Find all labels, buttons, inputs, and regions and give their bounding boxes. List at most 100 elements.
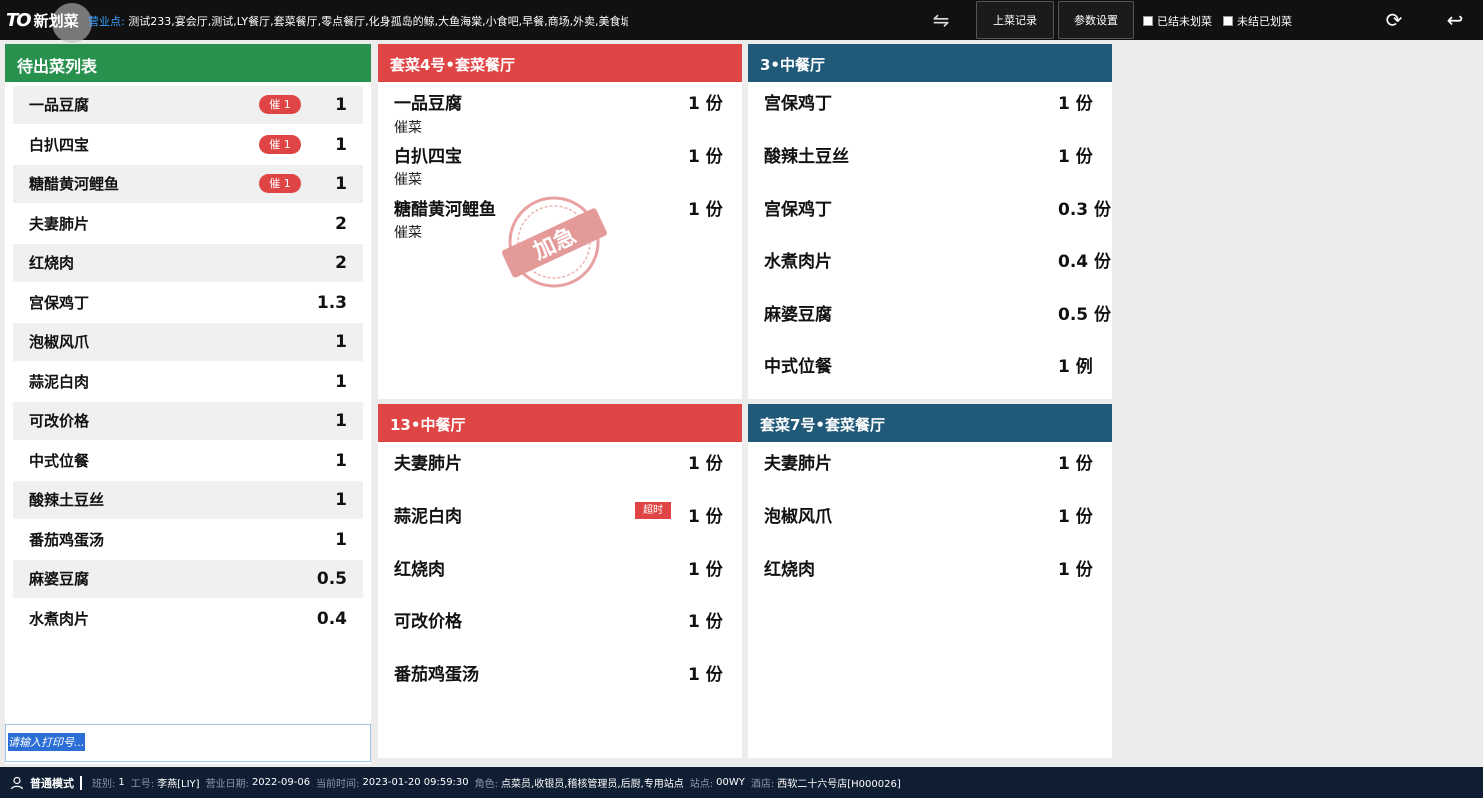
order-item-name[interactable]: 蒜泥白肉 bbox=[394, 502, 462, 527]
pending-item[interactable]: 一品豆腐 催 1 1 bbox=[13, 86, 363, 124]
order-item-qty: 1 份 bbox=[688, 94, 723, 114]
app-name: 新划菜 bbox=[33, 11, 79, 30]
order-card[interactable]: 3•中餐厅 宫保鸡丁 1 份 酸辣土豆丝 1 份 宫保鸡丁 0.3 份 水煮肉片… bbox=[748, 44, 1112, 399]
staff-label: 工号: bbox=[130, 779, 155, 790]
pending-item-qty: 2 bbox=[335, 253, 347, 273]
pending-list: 一品豆腐催 1 1 白扒四宝催 1 1 糖醋黄河鲤鱼催 1 1 夫妻肺片 2 红烧肉 2 宫保鸡丁 1… bbox=[5, 82, 371, 637]
order-item-qty: 1 份 bbox=[688, 454, 723, 474]
unsettled-marked-checkbox[interactable]: 未结已划菜 bbox=[1223, 13, 1292, 29]
order-item-name[interactable]: 酸辣土豆丝 bbox=[764, 142, 849, 167]
settings-button[interactable]: 参数设置 bbox=[1058, 1, 1134, 39]
pending-item-qty: 0.5 bbox=[316, 569, 347, 589]
served-records-button[interactable]: 上菜记录 bbox=[976, 1, 1054, 39]
pending-item-qty: 1 bbox=[335, 450, 347, 471]
pending-item[interactable]: 中式位餐 1 bbox=[13, 442, 363, 480]
pending-item[interactable]: 麻婆豆腐 0.5 bbox=[13, 560, 363, 598]
pending-item[interactable]: 泡椒风爪 1 bbox=[13, 323, 363, 361]
order-item-name[interactable]: 麻婆豆腐 bbox=[764, 300, 832, 325]
pending-item[interactable]: 宫保鸡丁 1.3 bbox=[13, 284, 363, 322]
order-item-name[interactable]: 泡椒风爪 bbox=[764, 502, 832, 527]
pending-item-name: 中式位餐 bbox=[29, 451, 90, 470]
order-item-qty: 1 份 bbox=[1058, 454, 1093, 474]
order-item-qty: 1 份 bbox=[688, 665, 723, 685]
urge-badge: 催 1 bbox=[259, 174, 301, 193]
order-card-title: 套菜7号•套菜餐厅 bbox=[748, 404, 1112, 442]
order-item-name[interactable]: 白扒四宝 bbox=[394, 142, 462, 167]
pending-item[interactable]: 水煮肉片 0.4 bbox=[13, 600, 363, 638]
store-label: 酒店: bbox=[750, 779, 775, 790]
order-item-note: 催菜 bbox=[394, 172, 422, 188]
pending-item-qty: 2 bbox=[335, 213, 347, 234]
print-number-input[interactable]: 请输入打印号... bbox=[5, 724, 371, 762]
pending-dishes-panel: 待出菜列表 一品豆腐催 1 1 白扒四宝催 1 1 糖醋黄河鲤鱼催 1 1 夫妻肺片 2 红烧肉… bbox=[5, 44, 371, 764]
order-item-qty: 1 例 bbox=[1058, 357, 1093, 377]
order-card[interactable]: 套菜4号•套菜餐厅 一品豆腐 1 份 催菜 白扒四宝 1 份 催菜 糖醋黄河鲤鱼… bbox=[378, 44, 742, 399]
order-card-title: 13•中餐厅 bbox=[378, 404, 742, 442]
pending-item[interactable]: 可改价格 1 bbox=[13, 402, 363, 440]
order-item-qty: 0.5 份 bbox=[1058, 305, 1112, 325]
order-item-qty: 1 份 bbox=[1058, 560, 1093, 580]
checkbox-box[interactable] bbox=[1143, 16, 1153, 26]
business-points-value: 测试233,宴会厅,测试,LY餐厅,套菜餐厅,零点餐厅,化身孤岛的鲸,大鱼海棠,… bbox=[128, 15, 628, 28]
order-item-name[interactable]: 夫妻肺片 bbox=[764, 449, 832, 474]
order-item-name[interactable]: 可改价格 bbox=[394, 607, 462, 632]
order-item-name[interactable]: 糖醋黄河鲤鱼 bbox=[394, 195, 496, 220]
pending-item[interactable]: 夫妻肺片 2 bbox=[13, 205, 363, 243]
pending-item-name: 番茄鸡蛋汤 bbox=[29, 530, 105, 549]
pending-item[interactable]: 番茄鸡蛋汤 1 bbox=[13, 521, 363, 559]
order-item-name[interactable]: 宫保鸡丁 bbox=[764, 195, 832, 220]
swap-icon[interactable]: ⇋ bbox=[928, 9, 954, 31]
order-item-note: 催菜 bbox=[394, 120, 422, 136]
pending-item-name: 红烧肉 bbox=[29, 254, 75, 273]
logo-mark: TO bbox=[6, 9, 32, 31]
shift-label: 班别: bbox=[92, 779, 116, 790]
pending-item-name: 宫保鸡丁 bbox=[29, 293, 90, 312]
urge-badge: 催 1 bbox=[259, 95, 301, 114]
pending-item-name: 麻婆豆腐 bbox=[29, 570, 90, 589]
order-item-qty: 1 份 bbox=[688, 200, 723, 220]
order-item-name[interactable]: 夫妻肺片 bbox=[394, 449, 462, 474]
shift-value: 1 bbox=[118, 777, 125, 788]
order-item-name[interactable]: 番茄鸡蛋汤 bbox=[394, 660, 479, 685]
order-card[interactable]: 套菜7号•套菜餐厅 夫妻肺片 1 份 泡椒风爪 1 份 红烧肉 1 份 bbox=[748, 404, 1112, 758]
pending-item-qty: 1 bbox=[335, 529, 347, 550]
pending-item-qty: 1 bbox=[335, 332, 347, 352]
settled-unmarked-checkbox[interactable]: 已结未划菜 bbox=[1143, 13, 1212, 29]
order-card-title: 3•中餐厅 bbox=[748, 44, 1112, 82]
pending-item[interactable]: 红烧肉 2 bbox=[13, 244, 363, 282]
pending-item-name: 糖醋黄河鲤鱼 bbox=[29, 175, 120, 194]
divider bbox=[80, 775, 82, 790]
pending-item[interactable]: 糖醋黄河鲤鱼 催 1 1 bbox=[13, 165, 363, 203]
back-icon[interactable]: ↩ bbox=[1443, 8, 1467, 32]
pending-item[interactable]: 蒜泥白肉 1 bbox=[13, 363, 363, 401]
overtime-badge: 超时 bbox=[635, 502, 671, 519]
order-item-note: 催菜 bbox=[394, 225, 422, 241]
pending-item[interactable]: 白扒四宝 催 1 1 bbox=[13, 126, 363, 164]
order-item-name[interactable]: 一品豆腐 bbox=[394, 89, 462, 114]
order-item-name[interactable]: 宫保鸡丁 bbox=[764, 89, 832, 114]
order-item-name[interactable]: 中式位餐 bbox=[764, 352, 832, 377]
order-item-qty: 0.3 份 bbox=[1058, 200, 1112, 220]
order-item-name[interactable]: 红烧肉 bbox=[394, 555, 445, 580]
pending-item-qty: 1 bbox=[335, 174, 347, 194]
site-value: 00WY bbox=[716, 777, 745, 788]
user-icon bbox=[10, 776, 24, 789]
order-item-name[interactable]: 红烧肉 bbox=[764, 555, 815, 580]
order-item-qty: 1 份 bbox=[688, 507, 723, 527]
pending-item[interactable]: 酸辣土豆丝 1 bbox=[13, 481, 363, 519]
print-number-placeholder: 请输入打印号... bbox=[8, 733, 85, 751]
bizdate-value: 2022-09-06 bbox=[251, 777, 311, 788]
refresh-icon[interactable]: ⟳ bbox=[1382, 8, 1406, 32]
order-item-qty: 1 份 bbox=[1058, 507, 1093, 527]
pending-item-qty: 1.3 bbox=[316, 292, 347, 313]
pending-title: 待出菜列表 bbox=[5, 44, 371, 82]
pending-item-name: 可改价格 bbox=[29, 412, 90, 431]
checkbox-box[interactable] bbox=[1223, 16, 1233, 26]
order-item-name[interactable]: 水煮肉片 bbox=[764, 247, 832, 272]
order-item-qty: 1 份 bbox=[688, 612, 723, 632]
order-card[interactable]: 13•中餐厅 夫妻肺片 1 份 蒜泥白肉 超时 1 份 红烧肉 1 份 可改价格… bbox=[378, 404, 742, 758]
time-label: 当前时间: bbox=[316, 779, 360, 790]
order-item-qty: 0.4 份 bbox=[1058, 252, 1112, 272]
staff-value: 李燕[LIY] bbox=[157, 779, 200, 790]
pending-item-qty: 1 bbox=[335, 95, 347, 115]
